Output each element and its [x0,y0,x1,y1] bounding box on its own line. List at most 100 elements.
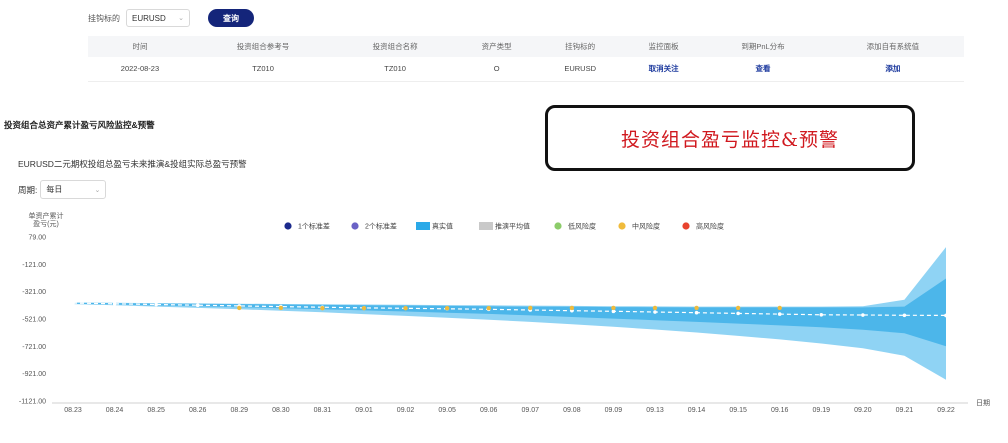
x-tick-label: 09.16 [771,407,789,414]
column-header: 到期PnL分布 [704,36,822,57]
x-tick-label: 09.13 [646,407,664,414]
risk-marker-mid [444,306,450,311]
column-header: 监控面板 [623,36,705,57]
view-pnl-link[interactable]: 查看 [704,57,822,82]
x-tick-label: 08.25 [147,407,165,414]
x-tick-label: 08.31 [314,407,332,414]
risk-marker-mid [735,305,741,311]
risk-marker-mid [486,306,491,311]
legend-label: 高风险度 [696,222,724,231]
cell-portfolio-ref: TZ010 [191,57,335,82]
x-tick-label: 09.19 [813,407,831,414]
column-header: 投资组合参考号 [191,36,335,57]
y-tick-label: -921.00 [22,371,46,378]
x-axis-label: 日期 [976,399,990,407]
section-title: 投资组合总资产累计盈亏风险监控&预警 [4,120,155,130]
risk-marker-mid [611,305,616,311]
table-row: 2022-08-23 TZ010 TZ010 O EURUSD 取消关注 查看 … [88,57,964,82]
x-tick-label: 09.02 [397,407,415,414]
mean-point [944,313,948,318]
x-tick-label: 08.30 [272,407,290,414]
mean-point [653,310,657,314]
risk-marker-mid [361,306,367,311]
portfolio-table: 时间 投资组合参考号 投资组合名称 资产类型 挂钩标的 监控面板 到期PnL分布… [88,36,964,82]
chart-title: EURUSD二元期权投组总盈亏未来推演&投组实际总盈亏预警 [18,159,247,169]
x-tick-label: 09.20 [854,407,872,414]
x-tick-label: 09.01 [355,407,373,414]
add-system-value-link[interactable]: 添加 [821,57,964,82]
mean-point [195,303,200,307]
y-tick-label: 79.00 [28,235,46,242]
mean-point [861,313,865,317]
chevron-down-icon: ⌄ [178,15,184,22]
risk-marker-mid [528,305,533,311]
filter-label: 挂钩标的 [88,13,120,23]
column-header: 挂钩标的 [537,36,624,57]
x-tick-label: 09.05 [438,407,456,414]
unfollow-link[interactable]: 取消关注 [623,57,705,82]
period-select[interactable]: 每日 ⌄ [40,180,107,199]
cell-time: 2022-08-23 [88,57,192,82]
legend-marker [351,222,359,230]
risk-marker-mid [694,305,699,311]
table-header-row: 时间 投资组合参考号 投资组合名称 资产类型 挂钩标的 监控面板 到期PnL分布… [88,36,964,57]
legend-marker [682,222,690,230]
y-tick-label: -521.00 [22,317,46,324]
mean-point [112,302,117,306]
risk-marker-mid [278,305,284,311]
legend-label: 推演平均值 [495,222,530,231]
legend-label: 1个标准差 [298,222,330,231]
mean-point [694,310,699,315]
mean-point [736,311,740,316]
mean-point [154,302,158,307]
period-control: 周期: 每日 ⌄ [18,180,107,199]
x-tick-label: 08.29 [231,407,249,414]
filter-bar: 挂钩标的 EURUSD ⌄ 查询 [88,8,254,28]
legend-marker [416,222,430,230]
x-tick-label: 08.24 [106,407,124,414]
legend-label: 真实值 [432,222,453,231]
mean-point [777,312,782,316]
y-tick-label: -121.00 [22,262,46,269]
y-tick-label: -721.00 [22,344,46,351]
mean-point [819,312,824,317]
mean-point [71,301,75,305]
cell-asset-type: O [456,57,538,82]
underlying-select[interactable]: EURUSD ⌄ [126,9,190,27]
column-header: 资产类型 [456,36,538,57]
underlying-select-value: EURUSD [132,13,166,23]
risk-marker-mid [237,305,242,311]
legend-marker [284,222,292,230]
cell-portfolio-name: TZ010 [334,57,457,82]
legend-label: 低风险度 [568,222,596,231]
x-tick-label: 09.06 [480,407,498,414]
legend-label: 中风险度 [632,222,660,231]
pnl-forecast-chart: 单资产累计盈亏(元) 79.00 -121.00 -321.00 -521.00 -721… [19,211,990,414]
x-tick-label: 08.23 [64,407,82,414]
period-select-value: 每日 [46,185,63,194]
x-tick-label: 09.09 [605,407,623,414]
x-tick-label: 09.07 [522,407,540,414]
y-axis-label: 单资产累计 [29,211,64,220]
risk-marker-mid [569,305,575,311]
x-tick-label: 09.08 [563,407,581,414]
risk-marker-mid [320,306,325,311]
query-button[interactable]: 查询 [208,9,254,27]
column-header: 时间 [88,36,192,57]
chevron-down-icon: ⌄ [94,186,101,194]
column-header: 投资组合名称 [334,36,457,57]
x-tick-label: 09.14 [688,407,706,414]
column-header: 添加自有系统值 [821,36,964,57]
risk-marker-mid [652,305,658,311]
cell-underlying: EURUSD [537,57,624,82]
legend-marker [554,222,562,230]
mean-point [902,313,907,318]
legend-marker [618,222,626,230]
x-tick-label: 09.15 [729,407,747,414]
legend-marker [479,222,493,230]
annotation-callout: 投资组合盈亏监控&预警 [545,105,915,171]
x-tick-label: 09.22 [937,407,955,414]
y-axis-label: 盈亏(元) [33,220,59,228]
x-tick-label: 09.21 [896,407,914,414]
legend-label: 2个标准差 [365,222,397,231]
